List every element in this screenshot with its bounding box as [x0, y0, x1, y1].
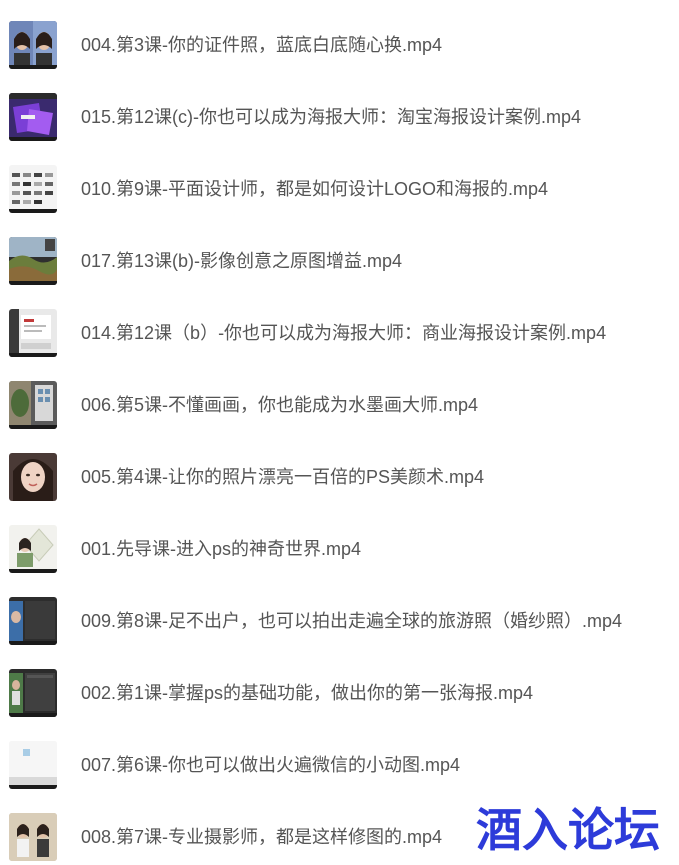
file-name: 002.第1课-掌握ps的基础功能，做出你的第一张海报.mp4 [81, 683, 534, 703]
file-row[interactable]: 006.第5课-不懂画画，你也能成为水墨画大师.mp4 [0, 377, 679, 433]
file-row[interactable]: 001.先导课-进入ps的神奇世界.mp4 [0, 521, 679, 577]
file-name: 004.第3课-你的证件照，蓝底白底随心换.mp4 [81, 35, 443, 55]
file-name: 005.第4课-让你的照片漂亮一百倍的PS美颜术.mp4 [81, 467, 485, 487]
file-name: 008.第7课-专业摄影师，都是这样修图的.mp4 [81, 827, 443, 847]
file-name: 009.第8课-足不出户，也可以拍出走遍全球的旅游照（婚纱照）.mp4 [81, 611, 623, 631]
file-row[interactable]: 007.第6课-你也可以做出火遍微信的小动图.mp4 [0, 737, 679, 793]
file-name: 010.第9课-平面设计师，都是如何设计LOGO和海报的.mp4 [81, 179, 549, 199]
file-row[interactable]: 010.第9课-平面设计师，都是如何设计LOGO和海报的.mp4 [0, 161, 679, 217]
file-row[interactable]: 009.第8课-足不出户，也可以拍出走遍全球的旅游照（婚纱照）.mp4 [0, 593, 679, 649]
video-thumbnail [9, 741, 57, 789]
video-thumbnail [9, 597, 57, 645]
file-name: 014.第12课（b）-你也可以成为海报大师：商业海报设计案例.mp4 [81, 323, 607, 343]
video-thumbnail [9, 453, 57, 501]
file-name: 017.第13课(b)-影像创意之原图增益.mp4 [81, 251, 403, 271]
watermark-logo: 酒入论坛 [463, 802, 673, 856]
file-row[interactable]: 002.第1课-掌握ps的基础功能，做出你的第一张海报.mp4 [0, 665, 679, 721]
video-thumbnail [9, 525, 57, 573]
file-row[interactable]: 005.第4课-让你的照片漂亮一百倍的PS美颜术.mp4 [0, 449, 679, 505]
video-thumbnail [9, 165, 57, 213]
video-thumbnail [9, 813, 57, 861]
video-thumbnail [9, 93, 57, 141]
video-thumbnail [9, 669, 57, 717]
video-thumbnail [9, 309, 57, 357]
file-name: 001.先导课-进入ps的神奇世界.mp4 [81, 539, 362, 559]
video-thumbnail [9, 21, 57, 69]
watermark-text: 酒入论坛 [476, 803, 660, 856]
file-row[interactable]: 014.第12课（b）-你也可以成为海报大师：商业海报设计案例.mp4 [0, 305, 679, 361]
file-name: 006.第5课-不懂画画，你也能成为水墨画大师.mp4 [81, 395, 479, 415]
video-thumbnail [9, 237, 57, 285]
file-row[interactable]: 015.第12课(c)-你也可以成为海报大师：淘宝海报设计案例.mp4 [0, 89, 679, 145]
file-row[interactable]: 004.第3课-你的证件照，蓝底白底随心换.mp4 [0, 17, 679, 73]
file-row[interactable]: 017.第13课(b)-影像创意之原图增益.mp4 [0, 233, 679, 289]
video-thumbnail [9, 381, 57, 429]
file-name: 007.第6课-你也可以做出火遍微信的小动图.mp4 [81, 755, 461, 775]
file-name: 015.第12课(c)-你也可以成为海报大师：淘宝海报设计案例.mp4 [81, 107, 582, 127]
